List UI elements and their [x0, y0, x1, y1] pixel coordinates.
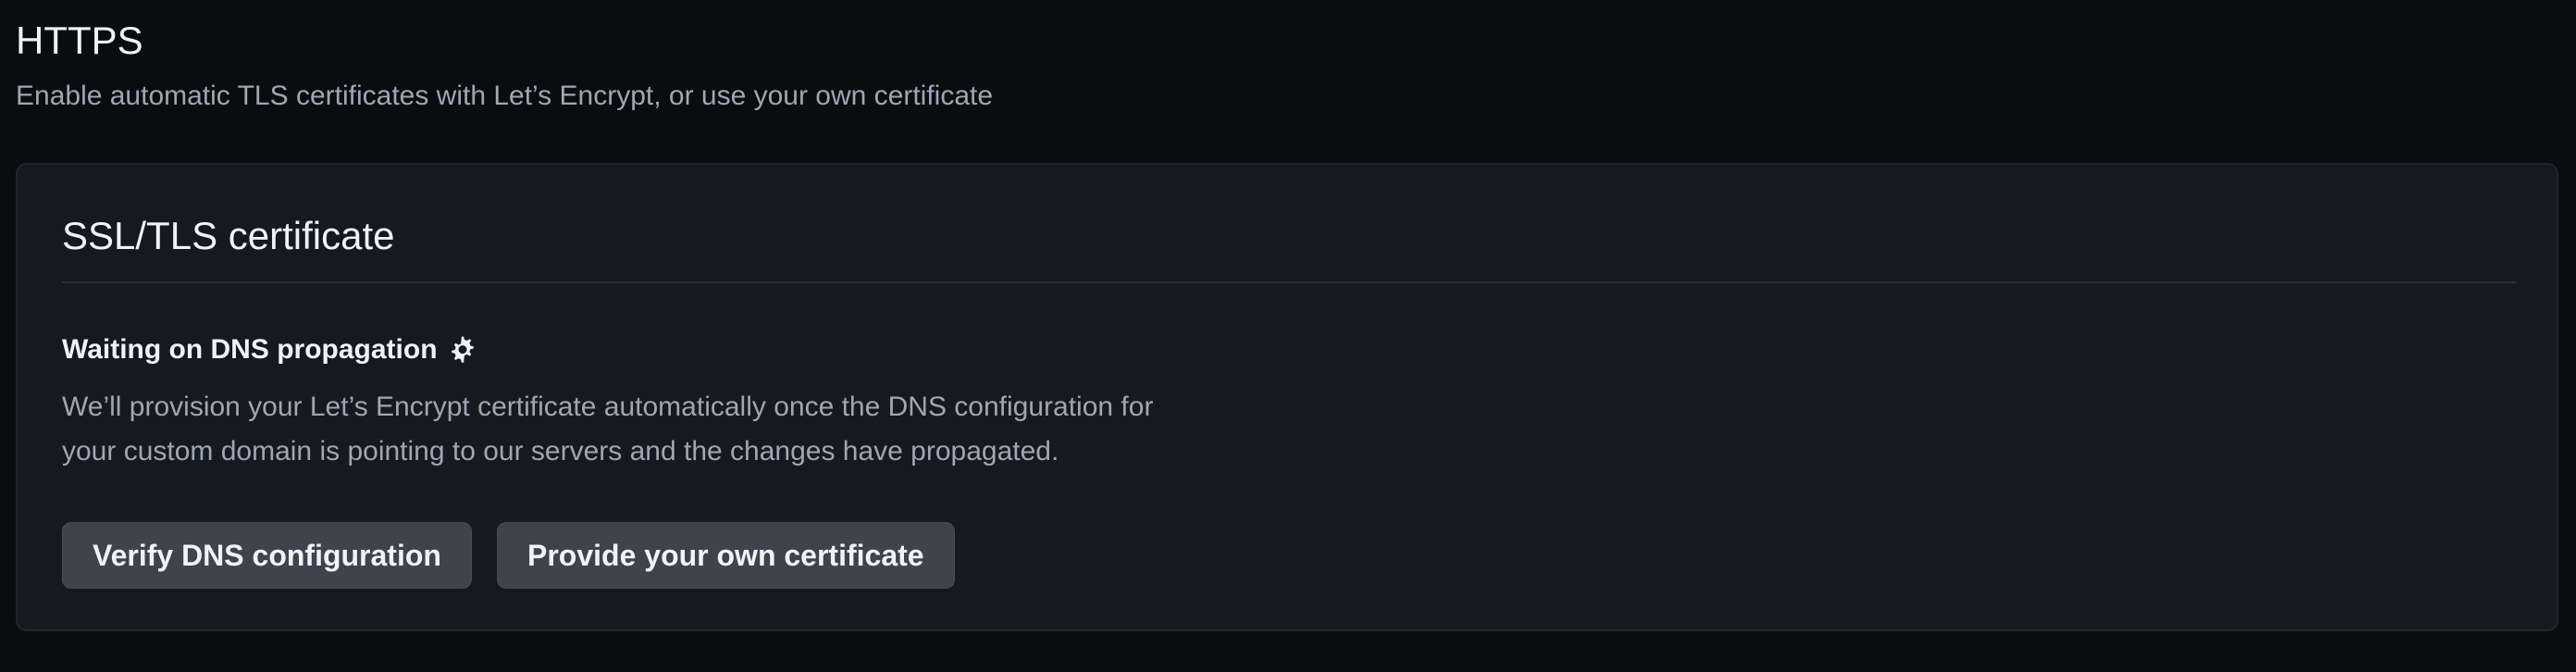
card-divider [62, 281, 2516, 283]
status-row: Waiting on DNS propagation [62, 330, 477, 370]
verify-dns-button[interactable]: Verify DNS configuration [62, 522, 472, 589]
status-description: We’ll provision your Let’s Encrypt certi… [62, 385, 1357, 474]
status-description-line-1: We’ll provision your Let’s Encrypt certi… [62, 392, 1154, 422]
status-heading: Waiting on DNS propagation [62, 334, 438, 365]
gear-icon [451, 336, 474, 363]
page-subtitle: Enable automatic TLS certificates with L… [16, 81, 994, 111]
ssl-certificate-card: SSL/TLS certificate Waiting on DNS propa… [16, 163, 2558, 631]
page-title: HTTPS [16, 19, 143, 62]
card-title: SSL/TLS certificate [62, 214, 395, 257]
status-description-line-2: your custom domain is pointing to our se… [62, 436, 1059, 467]
provide-own-certificate-button[interactable]: Provide your own certificate [497, 522, 955, 589]
